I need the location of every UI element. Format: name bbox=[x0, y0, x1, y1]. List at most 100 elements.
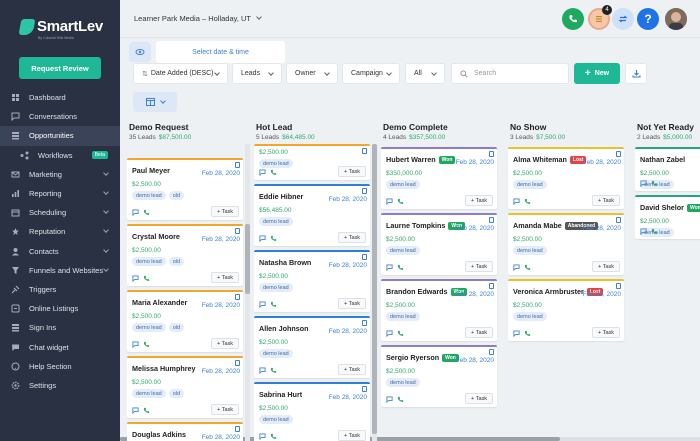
vertical-scrollbar[interactable] bbox=[245, 144, 250, 441]
chat-icon[interactable] bbox=[132, 275, 139, 282]
campaign-select[interactable]: Campaign bbox=[342, 63, 400, 84]
add-task-button[interactable]: + Task bbox=[338, 430, 366, 441]
phone-icon[interactable] bbox=[524, 198, 531, 205]
columns-toggle-button[interactable] bbox=[133, 92, 177, 112]
opportunity-card[interactable]: Alma Whiteman Lost Feb 28, 2020 $2,500.00 de… bbox=[508, 147, 624, 209]
owner-select[interactable]: Owner bbox=[286, 63, 338, 84]
phone-icon[interactable] bbox=[143, 407, 150, 414]
add-task-button[interactable]: + Task bbox=[338, 364, 366, 375]
chat-icon[interactable] bbox=[259, 235, 266, 242]
tag-chip[interactable]: demo lead bbox=[259, 349, 293, 358]
add-task-button[interactable]: + Task bbox=[465, 327, 493, 338]
add-task-button[interactable]: + Task bbox=[338, 166, 366, 177]
chat-icon[interactable] bbox=[513, 330, 520, 337]
opportunity-card[interactable]: Sergio Ryerson Won Feb 28, 2020 $2,500.00 de… bbox=[381, 345, 497, 407]
phone-icon[interactable] bbox=[270, 301, 277, 308]
add-task-button[interactable]: + Task bbox=[592, 261, 620, 272]
sidebar-item-reporting[interactable]: Reporting bbox=[0, 184, 120, 203]
request-review-button[interactable]: Request Review bbox=[19, 57, 101, 79]
chat-icon[interactable] bbox=[386, 396, 393, 403]
add-task-button[interactable]: + Task bbox=[592, 195, 620, 206]
chat-icon[interactable] bbox=[259, 433, 266, 440]
help-button[interactable]: ? bbox=[637, 8, 659, 30]
sidebar-item-contacts[interactable]: Contacts bbox=[0, 242, 120, 261]
export-button[interactable] bbox=[625, 63, 647, 84]
sort-select[interactable]: ⇅ Date Added (DESC) bbox=[133, 63, 228, 84]
view-toggle-button[interactable] bbox=[129, 42, 151, 62]
location-selector[interactable]: Learner Park Media – Holladay, UT bbox=[134, 14, 262, 23]
opportunity-card[interactable]: Eddie Hibner Feb 28, 2020 $56,485.00 demo l… bbox=[254, 184, 370, 246]
phone-icon[interactable] bbox=[143, 341, 150, 348]
tag-chip[interactable]: demo lead bbox=[132, 323, 166, 332]
sidebar-item-dashboard[interactable]: Dashboard bbox=[0, 88, 120, 107]
opportunity-card[interactable]: Crystal Moore Feb 28, 2020 $2,500.00 demo l… bbox=[127, 224, 243, 286]
phone-button[interactable] bbox=[562, 8, 584, 30]
opportunity-card[interactable]: $2,500.00 demo lead + Task bbox=[254, 144, 370, 180]
opportunity-card[interactable]: Laurne Tompkins Won Feb 28, 2020 $2,500.00 d… bbox=[381, 213, 497, 275]
add-task-button[interactable]: + Task bbox=[338, 232, 366, 243]
phone-icon[interactable] bbox=[397, 264, 404, 271]
sidebar-item-help-section[interactable]: Help Section bbox=[0, 357, 120, 376]
tag-chip[interactable]: demo lead bbox=[513, 312, 547, 321]
sidebar-item-opportunities[interactable]: Opportunities bbox=[0, 126, 120, 146]
sidebar-item-chat-widget[interactable]: Chat widget bbox=[0, 337, 120, 356]
opportunity-card[interactable]: Melissa Humphrey Feb 28, 2020 $2,500.00 dem… bbox=[127, 356, 243, 418]
add-task-button[interactable]: + Task bbox=[338, 298, 366, 309]
tag-chip[interactable]: demo lead bbox=[259, 415, 293, 424]
sidebar-item-workflows[interactable]: Workflows Beta bbox=[0, 146, 120, 165]
add-task-button[interactable]: + Task bbox=[465, 195, 493, 206]
opportunity-card[interactable]: Paul Meyer Feb 28, 2020 $2,500.00 demo lead… bbox=[127, 158, 243, 220]
new-opportunity-button[interactable]: + New bbox=[574, 63, 620, 84]
sidebar-item-conversations[interactable]: Conversations bbox=[0, 107, 120, 126]
tag-chip[interactable]: old bbox=[168, 323, 185, 332]
tag-chip[interactable]: old bbox=[168, 257, 185, 266]
sidebar-item-funnels-and-websites[interactable]: Funnels and Websites bbox=[0, 261, 120, 280]
add-task-button[interactable]: + Task bbox=[211, 206, 239, 217]
tag-chip[interactable]: demo lead bbox=[386, 378, 420, 387]
opportunity-card[interactable]: Hubert Warren Won Feb 28, 2020 $350,000.00 d… bbox=[381, 147, 497, 209]
phone-icon[interactable] bbox=[270, 433, 277, 440]
sidebar-item-sign-ins[interactable]: Sign Ins bbox=[0, 318, 120, 337]
add-task-button[interactable]: + Task bbox=[465, 261, 493, 272]
tag-chip[interactable]: demo lead bbox=[386, 312, 420, 321]
tag-chip[interactable]: demo lead bbox=[132, 257, 166, 266]
sidebar-item-triggers[interactable]: Triggers bbox=[0, 280, 120, 299]
vertical-scroll-thumb[interactable] bbox=[372, 144, 377, 434]
phone-icon[interactable] bbox=[270, 235, 277, 242]
phone-icon[interactable] bbox=[524, 264, 531, 271]
chat-icon[interactable] bbox=[386, 198, 393, 205]
chat-icon[interactable] bbox=[640, 228, 647, 235]
tag-chip[interactable]: old bbox=[168, 389, 185, 398]
opportunity-card[interactable]: Amanda Mabe Abandoned Feb 28, 2020 $2,500.0… bbox=[508, 213, 624, 275]
phone-icon[interactable] bbox=[651, 228, 658, 235]
opportunity-card[interactable]: Sabrina Hurt Feb 28, 2020 $2,500.00 demo le… bbox=[254, 382, 370, 441]
phone-icon[interactable] bbox=[397, 330, 404, 337]
phone-icon[interactable] bbox=[397, 396, 404, 403]
opportunity-card[interactable]: Natasha Brown Feb 28, 2020 $2,500.00 demo l… bbox=[254, 250, 370, 312]
tag-chip[interactable]: demo lead bbox=[132, 389, 166, 398]
add-task-button[interactable]: + Task bbox=[465, 393, 493, 404]
chat-icon[interactable] bbox=[513, 264, 520, 271]
opportunity-card[interactable]: Allen Johnson Feb 28, 2020 $2,500.00 demo l… bbox=[254, 316, 370, 378]
chat-icon[interactable] bbox=[259, 169, 266, 176]
phone-icon[interactable] bbox=[397, 198, 404, 205]
opportunity-card[interactable]: Maria Alexander Feb 28, 2020 $2,500.00 demo… bbox=[127, 290, 243, 352]
sidebar-item-settings[interactable]: Settings bbox=[0, 376, 120, 395]
chat-icon[interactable] bbox=[132, 209, 139, 216]
chat-icon[interactable] bbox=[513, 198, 520, 205]
chat-icon[interactable] bbox=[132, 407, 139, 414]
chat-icon[interactable] bbox=[259, 367, 266, 374]
tag-chip[interactable]: demo lead bbox=[132, 191, 166, 200]
date-range-button[interactable]: Select date & time bbox=[156, 41, 285, 63]
opportunity-card[interactable]: David Shelor Won $2,500.00 demo lead bbox=[635, 195, 700, 239]
phone-icon[interactable] bbox=[143, 275, 150, 282]
tag-chip[interactable]: demo lead bbox=[259, 217, 293, 226]
chat-icon[interactable] bbox=[132, 341, 139, 348]
phone-icon[interactable] bbox=[270, 367, 277, 374]
chat-icon[interactable] bbox=[259, 301, 266, 308]
opportunity-card[interactable]: Nathan Zabel $2,500.00 demo lead bbox=[635, 147, 700, 191]
add-task-button[interactable]: + Task bbox=[211, 404, 239, 415]
leads-select[interactable]: Leads bbox=[232, 63, 282, 84]
chat-icon[interactable] bbox=[386, 330, 393, 337]
opportunity-card[interactable]: Veronica Armbruster Lost Feb 28, 2020 $2,50… bbox=[508, 279, 624, 341]
